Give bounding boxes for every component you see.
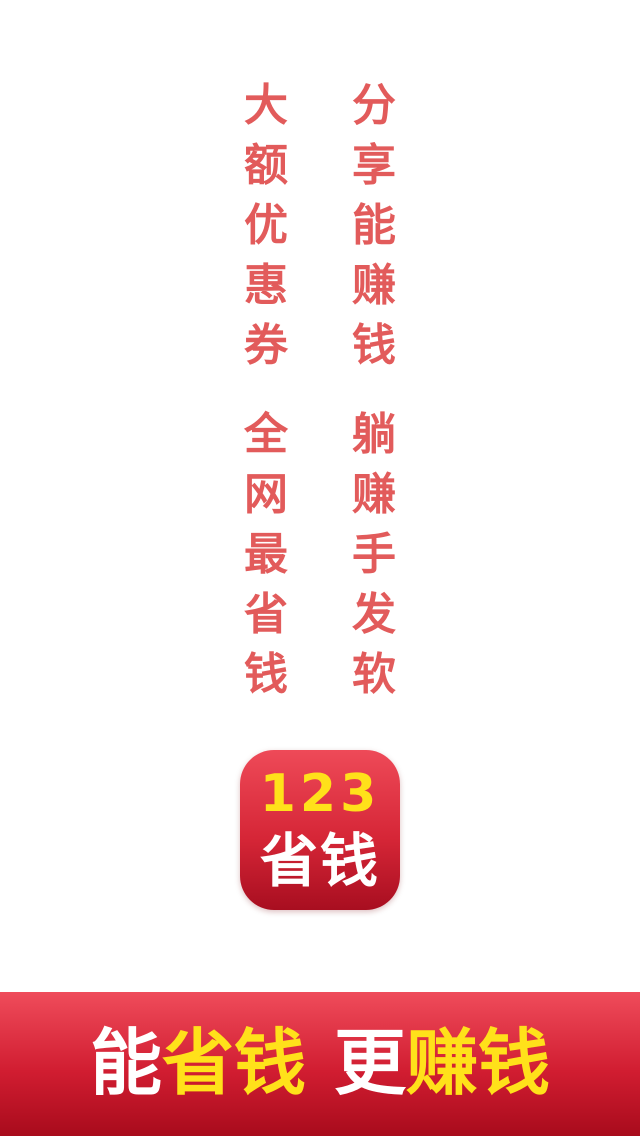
slogan-char: 赚 xyxy=(352,260,396,311)
slogan-char: 能 xyxy=(352,200,396,251)
slogan-save-most: 全 网 最 省 钱 xyxy=(236,405,296,705)
slogan-big-coupons: 大 额 优 惠 券 xyxy=(236,76,296,376)
slogan-char: 赚 xyxy=(352,469,396,520)
banner-word-can: 能 xyxy=(89,1021,162,1105)
slogan-char: 券 xyxy=(244,320,288,371)
slogan-char: 享 xyxy=(352,140,396,191)
slogan-char: 优 xyxy=(244,200,288,251)
bottom-banner: 能省钱 更赚钱 xyxy=(0,992,640,1136)
app-logo-name: 省钱 xyxy=(259,827,380,895)
slogan-share-to-earn: 分 享 能 赚 钱 xyxy=(344,76,404,376)
banner-word-earn-money: 赚钱 xyxy=(406,1021,551,1105)
slogan-char: 网 xyxy=(244,469,288,520)
slogan-char: 钱 xyxy=(352,320,396,371)
slogan-char: 发 xyxy=(352,589,396,640)
splash-screen: 大 额 优 惠 券 分 享 能 赚 钱 全 网 最 省 钱 躺 赚 手 发 软 … xyxy=(0,0,640,1136)
slogan-char: 最 xyxy=(244,529,288,580)
slogan-char: 躺 xyxy=(352,409,396,460)
app-logo-icon: 123 省钱 xyxy=(240,750,400,910)
slogan-char: 大 xyxy=(244,80,288,131)
slogan-char: 分 xyxy=(352,80,396,131)
slogan-char: 软 xyxy=(352,649,396,700)
slogan-char: 钱 xyxy=(244,649,288,700)
banner-word-more: 更 xyxy=(334,1021,407,1105)
slogan-char: 省 xyxy=(244,589,288,640)
app-logo-number: 123 xyxy=(259,764,381,824)
banner-slogan: 能省钱 更赚钱 xyxy=(90,1018,550,1108)
slogan-char: 全 xyxy=(244,409,288,460)
slogan-char: 额 xyxy=(244,140,288,191)
slogan-char: 惠 xyxy=(244,260,288,311)
slogan-char: 手 xyxy=(352,529,396,580)
slogan-easy-earnings: 躺 赚 手 发 软 xyxy=(344,405,404,705)
banner-word-save-money: 省钱 xyxy=(161,1021,306,1105)
